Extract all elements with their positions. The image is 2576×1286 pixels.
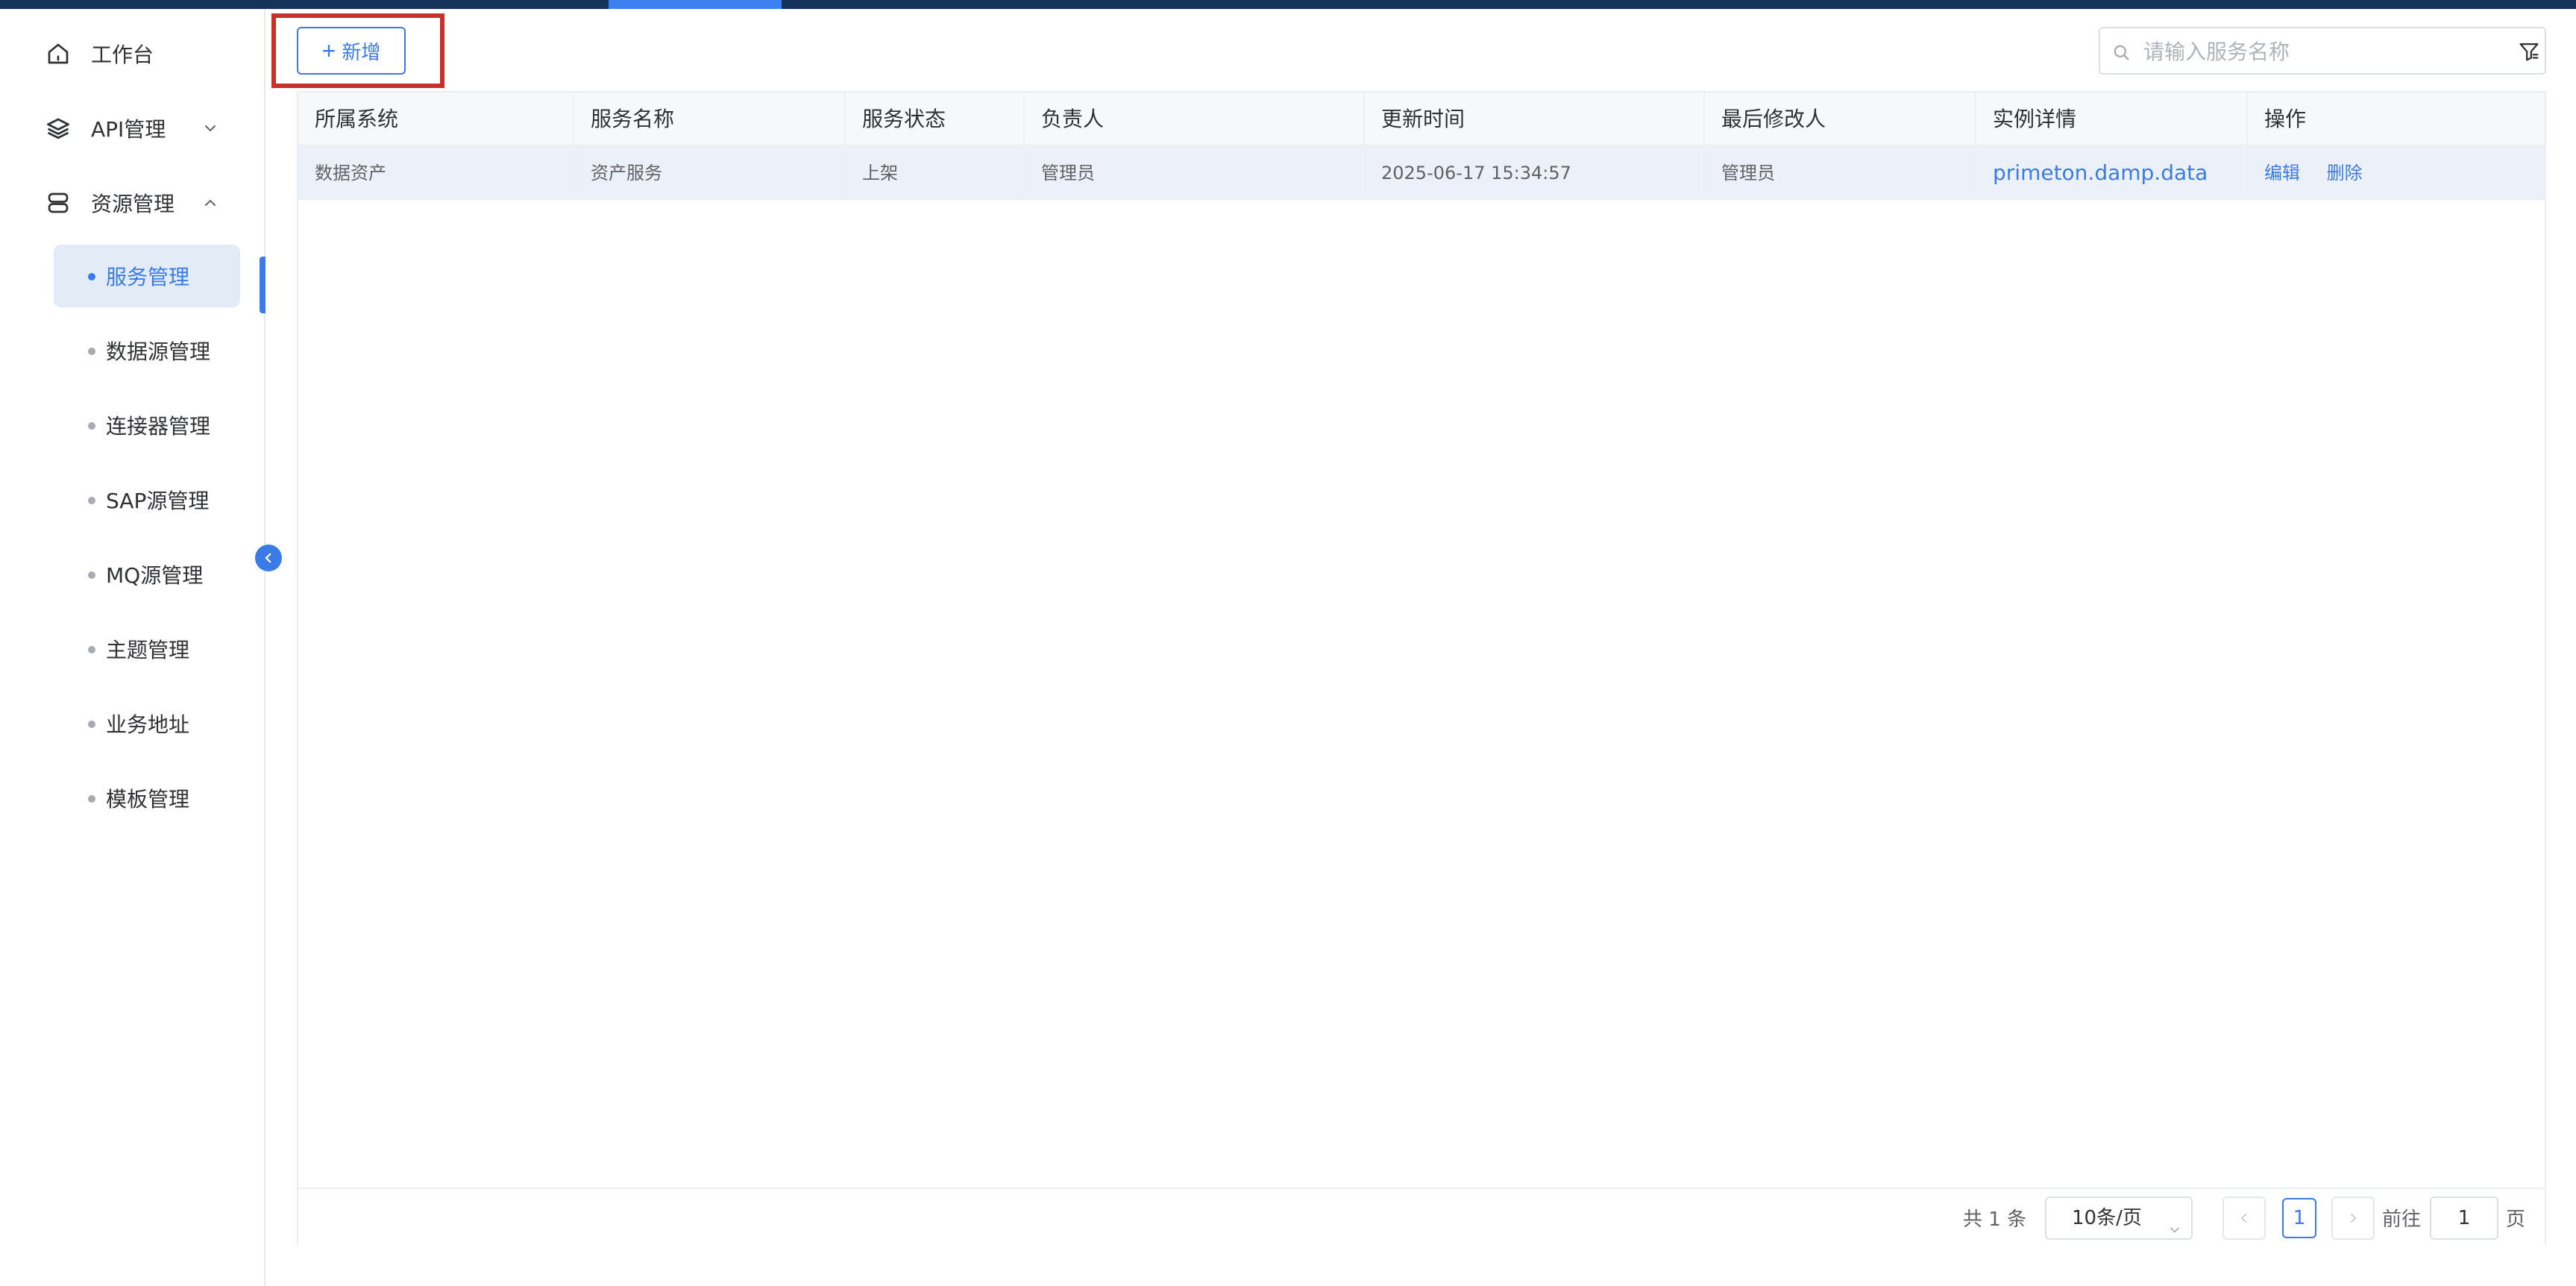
goto-page-input[interactable] [2430,1196,2498,1240]
chevron-up-icon [201,194,219,212]
column-header: 实例详情 [1976,92,2248,146]
plus-icon: + [321,37,336,64]
menu-item-workbench[interactable]: 工作台 [0,24,266,84]
search-icon [2111,42,2132,63]
bullet-dot [88,422,95,430]
next-page-button[interactable] [2331,1196,2375,1240]
pagination: 共 1 条 10条/页 1 前往 页 [298,1188,2545,1246]
cell-service-name: 资产服务 [574,146,846,200]
sidebar-item-connector-management[interactable]: 连接器管理 [54,394,240,457]
chevron-left-icon [265,553,271,563]
menu-label: API管理 [91,117,166,142]
instance-detail-link[interactable]: primeton.damp.data [1976,146,2248,200]
chevron-down-icon [2167,1211,2182,1233]
bullet-dot [88,795,95,803]
menu-item-api[interactable]: API管理 [0,98,266,158]
active-indicator [260,257,266,313]
sidebar-item-label: 数据源管理 [106,339,211,364]
bullet-dot [88,571,95,579]
table-row: 数据资产 资产服务 上架 管理员 2025-06-17 15:34:57 管理员… [298,146,2545,200]
cell-last-modifier: 管理员 [1705,146,1976,200]
page-number-current[interactable]: 1 [2282,1198,2316,1238]
menu-label: 工作台 [91,43,154,67]
column-header: 操作 [2264,107,2307,131]
sidebar-item-template-management[interactable]: 模板管理 [54,767,240,829]
chevron-left-icon [2240,1214,2246,1223]
bullet-dot [88,348,95,355]
bullet-dot [88,721,95,728]
sidebar-item-topic-management[interactable]: 主题管理 [54,618,240,680]
cell-status: 上架 [846,146,1025,200]
sidebar-item-label: 模板管理 [106,787,190,812]
layers-icon [45,115,72,142]
database-icon [45,189,72,216]
cell-owner: 管理员 [1025,146,1365,200]
sidebar-item-label: 业务地址 [106,712,190,737]
sidebar-item-mq-source-management[interactable]: MQ源管理 [54,543,240,606]
chevron-right-icon [2351,1214,2357,1223]
sidebar-item-datasource-management[interactable]: 数据源管理 [54,319,240,382]
sidebar-item-service-management[interactable]: 服务管理 [54,245,240,307]
search-input[interactable] [2143,36,2487,67]
bullet-dot [88,273,95,280]
add-button[interactable]: + 新增 [297,27,406,75]
sidebar-item-business-address[interactable]: 业务地址 [54,692,240,755]
column-header: 更新时间 [1365,92,1705,146]
column-header: 服务名称 [574,92,846,146]
home-icon [45,40,72,67]
search-box [2099,27,2546,75]
service-table: 所属系统 服务名称 服务状态 负责人 更新时间 最后修改人 实例详情 操作 数据… [297,91,2546,1246]
edit-link[interactable]: 编辑 [2264,163,2300,184]
menu-label: 资源管理 [91,192,175,216]
column-header: 最后修改人 [1705,92,1976,146]
page-size-select[interactable]: 10条/页 [2045,1196,2193,1240]
sidebar-item-label: SAP源管理 [106,489,210,513]
column-header: 所属系统 [298,92,574,146]
sidebar: 工作台 API管理 资源管理 服务管理 数据源管理 连接器管理 SAP源管理 M… [0,9,266,1286]
sidebar-item-label: 服务管理 [106,265,190,289]
sidebar-collapse-button[interactable] [255,545,282,571]
filter-icon[interactable] [2516,39,2542,64]
bullet-dot [88,646,95,653]
cell-updated-time: 2025-06-17 15:34:57 [1365,146,1705,200]
chevron-down-icon [201,119,219,137]
goto-label: 前往 [2382,1208,2422,1231]
table-header: 所属系统 服务名称 服务状态 负责人 更新时间 最后修改人 实例详情 操作 [298,92,2545,146]
top-progress-bar [0,0,2576,9]
cell-actions: 编辑 删除 [2248,146,2545,200]
page-suffix: 页 [2506,1208,2526,1231]
delete-link[interactable]: 删除 [2327,163,2363,184]
total-count: 共 1 条 [1963,1208,2027,1231]
sidebar-item-sap-source-management[interactable]: SAP源管理 [54,468,240,531]
add-button-label: 新增 [342,40,381,63]
column-header: 服务状态 [846,92,1025,146]
sidebar-item-label: 连接器管理 [106,414,211,439]
prev-page-button[interactable] [2222,1196,2266,1240]
page-size-value: 10条/页 [2072,1207,2142,1229]
menu-item-resources[interactable]: 资源管理 [0,173,266,233]
sidebar-item-label: MQ源管理 [106,563,204,588]
bullet-dot [88,497,95,504]
top-progress-segment [609,0,782,9]
column-header: 负责人 [1025,92,1365,146]
sidebar-item-label: 主题管理 [106,638,190,662]
cell-system: 数据资产 [298,146,574,200]
